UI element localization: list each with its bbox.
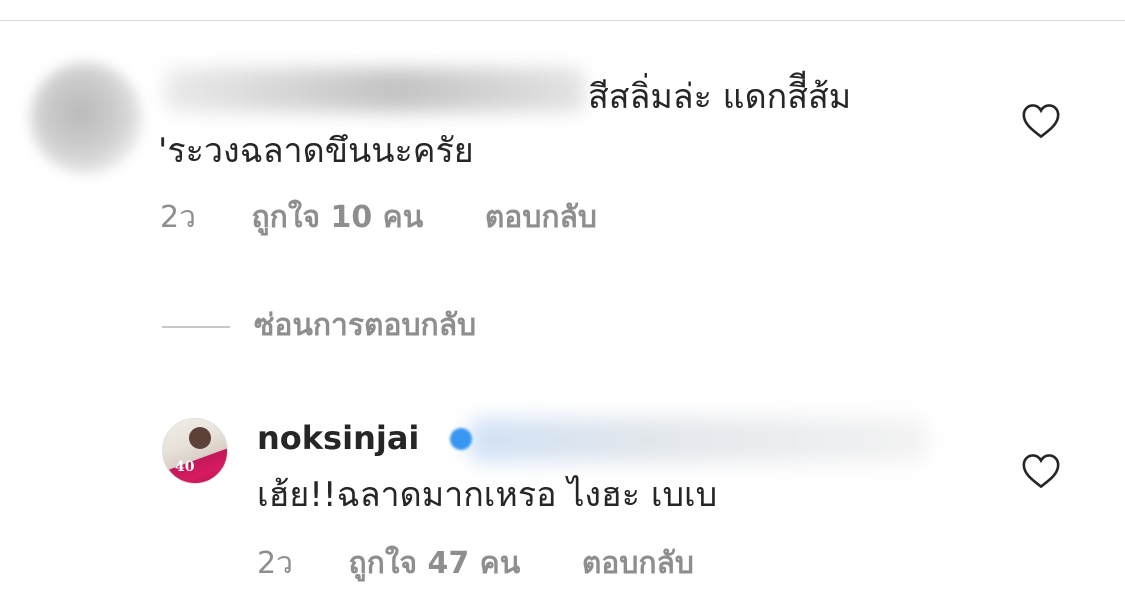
comment-2-text: เฮ้ย!!ฉลาดมากเหรอ ไงฮะ เบเบ [257, 475, 718, 515]
comment-2-meta: 2ว ถูกใจ 47 คน ตอบกลับ [257, 544, 694, 584]
avatar-badge-number: 40 [175, 459, 195, 475]
comment-2-blurred-text [468, 418, 928, 462]
verified-badge-icon [450, 428, 472, 450]
comment-2-likes[interactable]: ถูกใจ 47 คน [348, 544, 520, 584]
avatar-figure [189, 427, 211, 449]
comment-2-username[interactable]: noksinjai [257, 416, 419, 460]
hide-replies-line [162, 326, 230, 328]
comment-1-text-line-1: สีสลิ่มล่ะ แดกสีีส้ม [588, 77, 852, 117]
comment-1-likes[interactable]: ถูกใจ 10 คน [251, 198, 423, 238]
commenter-username-blurred[interactable] [165, 68, 585, 112]
comment-1-meta: 2ว ถูกใจ 10 คน ตอบกลับ [160, 198, 597, 238]
comment-1-reply-button[interactable]: ตอบกลับ [485, 198, 597, 238]
like-heart-icon[interactable] [1021, 453, 1061, 489]
top-divider [0, 20, 1125, 21]
like-heart-icon[interactable] [1021, 103, 1061, 139]
commenter-avatar-blurred[interactable] [30, 62, 142, 174]
hide-replies-button[interactable]: ซ่อนการตอบกลับ [254, 306, 476, 346]
noksinjai-avatar[interactable]: 40 [162, 418, 228, 484]
comment-1-text-line-2: 'ระวงฉลาดขึนนะครัย [158, 131, 474, 171]
comment-2-time: 2ว [257, 546, 293, 581]
comment-1-time: 2ว [160, 200, 196, 235]
comment-2-reply-button[interactable]: ตอบกลับ [582, 544, 694, 584]
